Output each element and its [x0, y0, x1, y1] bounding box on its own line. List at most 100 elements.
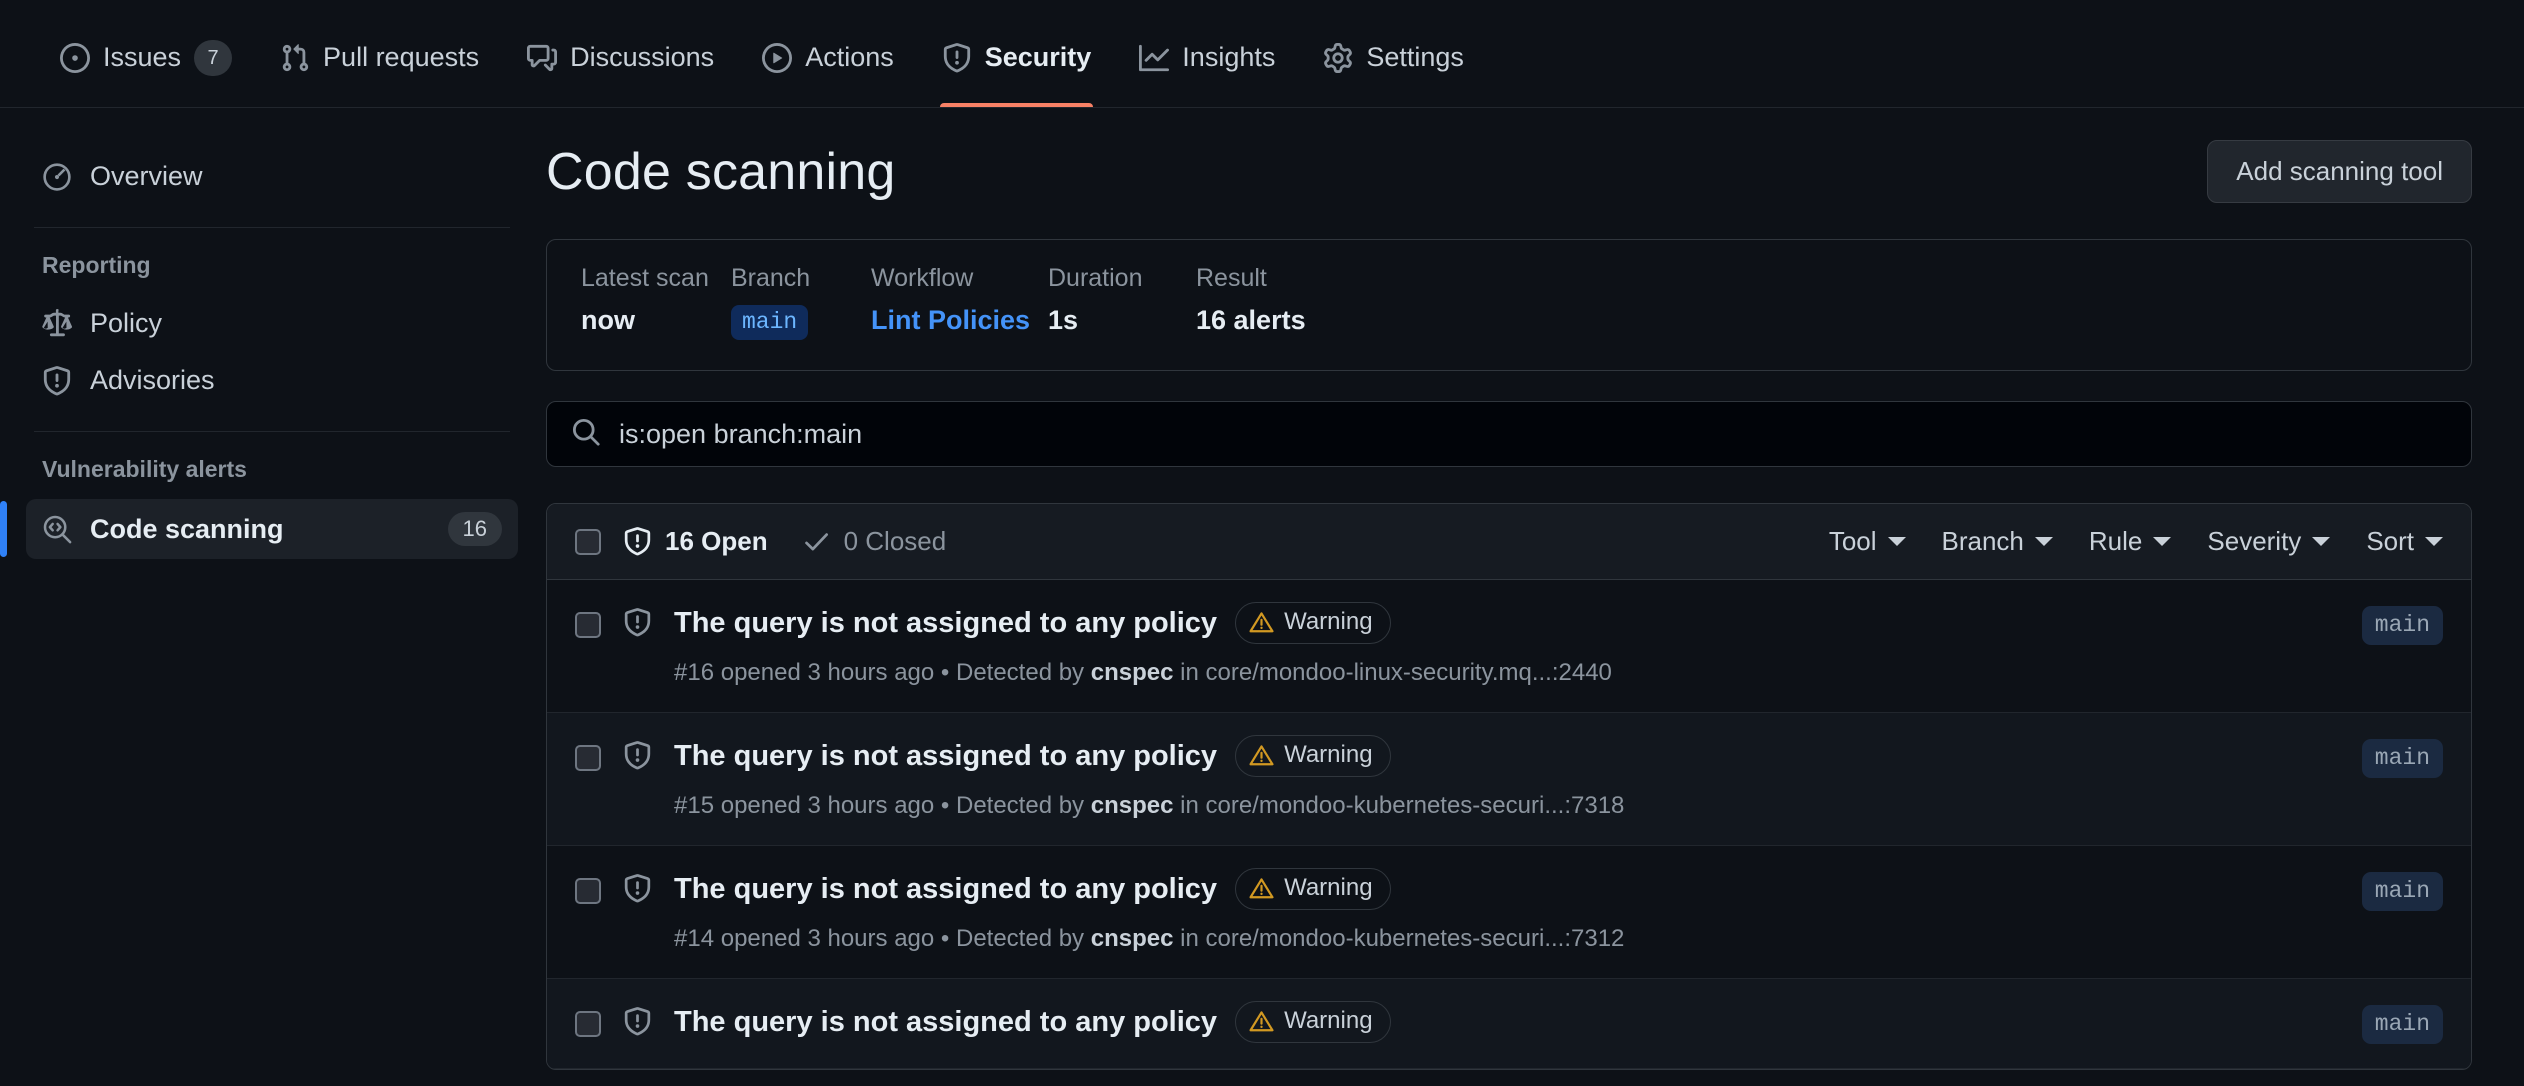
filter-label: Tool	[1828, 526, 1877, 557]
scan-field-label: Workflow	[871, 264, 974, 292]
alert-opened: opened 3 hours ago	[720, 659, 935, 687]
sidebar-heading-vulnerability-alerts: Vulnerability alerts	[42, 456, 247, 482]
sidebar-item-label: Code scanning	[90, 513, 284, 544]
alert-title-row: The query is not assigned to any policy …	[674, 1001, 2340, 1044]
sidebar-item-overview[interactable]: Overview	[26, 148, 518, 205]
latest-scan-card: Latest scan now Branch main Workflow Lin…	[546, 239, 2472, 372]
closed-alerts-label: 0 Closed	[843, 526, 947, 557]
nav-item-pull-requests[interactable]: Pull requests	[256, 0, 503, 107]
shield-alert-icon	[623, 741, 652, 770]
nav-item-security[interactable]: Security	[918, 0, 1116, 107]
meta-in-word: in	[1180, 792, 1199, 820]
alert-tool-name: cnspec	[1090, 792, 1174, 820]
alert-opened: opened 3 hours ago	[720, 925, 935, 953]
nav-item-label: Discussions	[570, 42, 715, 72]
chevron-down-icon	[2034, 537, 2053, 547]
open-alerts-label: 16 Open	[665, 526, 768, 557]
severity-badge: Warning	[1235, 868, 1391, 911]
code-scan-icon	[42, 514, 72, 544]
chevron-down-icon	[2425, 537, 2443, 547]
filter-label: Sort	[2366, 526, 2414, 557]
alert-row[interactable]: The query is not assigned to any policy …	[547, 580, 2471, 714]
search-input[interactable]	[619, 418, 2447, 450]
severity-badge: Warning	[1235, 735, 1391, 778]
alert-branch-tag: main	[2361, 739, 2443, 778]
select-all-checkbox[interactable]	[575, 528, 601, 555]
sidebar-item-label: Policy	[90, 308, 163, 338]
filter-rule-dropdown[interactable]: Rule	[2089, 526, 2172, 557]
shield-alert-icon	[623, 874, 652, 903]
alert-detected-prefix: Detected by	[955, 659, 1085, 687]
alert-opened: opened 3 hours ago	[720, 792, 935, 820]
code-scanning-count-badge: 16	[447, 512, 502, 547]
git-pull-request-icon	[280, 43, 310, 73]
filter-branch-dropdown[interactable]: Branch	[1942, 526, 2053, 557]
severity-label: Warning	[1284, 608, 1373, 636]
nav-item-issues[interactable]: Issues 7	[36, 0, 256, 107]
filter-tool-dropdown[interactable]: Tool	[1829, 526, 1906, 557]
check-icon	[802, 527, 831, 556]
alert-detected-prefix: Detected by	[955, 925, 1085, 953]
add-scanning-tool-button[interactable]: Add scanning tool	[2207, 140, 2472, 203]
scan-field-latest-scan: Latest scan now	[581, 266, 731, 340]
alert-title[interactable]: The query is not assigned to any policy	[674, 1005, 1217, 1040]
alert-row[interactable]: The query is not assigned to any policy …	[547, 713, 2471, 847]
alert-tool-name: cnspec	[1090, 659, 1174, 687]
security-sidebar: Overview Reporting Policy Advisories Vul…	[0, 108, 546, 560]
meter-icon	[42, 162, 72, 192]
scan-field-value: 16 alerts	[1196, 305, 1306, 335]
shield-alert-icon	[623, 1007, 652, 1036]
nav-item-actions[interactable]: Actions	[738, 0, 918, 107]
sidebar-item-label: Overview	[90, 161, 203, 191]
alert-row[interactable]: The query is not assigned to any policy …	[547, 979, 2471, 1069]
page-header: Code scanning Add scanning tool	[546, 140, 2472, 203]
filter-open-alerts[interactable]: 16 Open	[623, 526, 768, 557]
issue-opened-icon	[60, 42, 90, 73]
filter-closed-alerts[interactable]: 0 Closed	[802, 526, 947, 557]
nav-item-label: Actions	[805, 42, 894, 72]
scan-field-value: 1s	[1048, 305, 1079, 335]
nav-item-discussions[interactable]: Discussions	[503, 0, 738, 107]
alert-checkbox[interactable]	[575, 612, 601, 639]
alert-triangle-icon	[1249, 610, 1274, 635]
sidebar-heading-reporting: Reporting	[42, 252, 151, 278]
alert-row[interactable]: The query is not assigned to any policy …	[547, 846, 2471, 980]
alert-checkbox[interactable]	[575, 745, 601, 772]
gear-icon	[1323, 42, 1353, 73]
alerts-list-header: 16 Open 0 Closed Tool Branch Rule Severi…	[547, 504, 2471, 581]
sidebar-item-label: Advisories	[90, 365, 215, 395]
alert-branch-tag: main	[2361, 1005, 2443, 1044]
filter-label: Severity	[2207, 526, 2302, 557]
filter-sort-dropdown[interactable]: Sort	[2366, 526, 2443, 557]
alert-checkbox[interactable]	[575, 1011, 601, 1038]
filter-severity-dropdown[interactable]: Severity	[2207, 526, 2331, 557]
chevron-down-icon	[2312, 537, 2331, 547]
play-icon	[762, 42, 793, 73]
scan-field-label: Branch	[731, 264, 811, 292]
meta-in-word: in	[1180, 659, 1199, 687]
alert-tool-name: cnspec	[1090, 925, 1174, 953]
alert-title[interactable]: The query is not assigned to any policy	[674, 739, 1217, 774]
alert-meta: #16 opened 3 hours ago • Detected by cns…	[674, 657, 2340, 688]
search-icon	[571, 417, 601, 452]
branch-chip[interactable]: main	[731, 305, 809, 341]
repo-nav-items: Issues 7 Pull requests Discussions Actio…	[36, 0, 1488, 107]
search-bar[interactable]	[546, 401, 2472, 468]
alert-title[interactable]: The query is not assigned to any policy	[674, 872, 1217, 907]
alert-number: #15	[674, 792, 715, 820]
alerts-filter-group: Tool Branch Rule Severity Sort	[1829, 526, 2443, 557]
workflow-link[interactable]: Lint Policies	[871, 305, 1048, 336]
nav-item-insights[interactable]: Insights	[1115, 0, 1299, 107]
sidebar-item-policy[interactable]: Policy	[26, 295, 518, 352]
nav-item-settings[interactable]: Settings	[1299, 0, 1488, 107]
sidebar-item-code-scanning[interactable]: Code scanning 16	[0, 499, 518, 560]
alert-meta: #14 opened 3 hours ago • Detected by cns…	[674, 923, 2340, 954]
severity-badge: Warning	[1235, 1001, 1391, 1044]
alert-title[interactable]: The query is not assigned to any policy	[674, 606, 1217, 641]
alert-checkbox[interactable]	[575, 878, 601, 905]
scan-field-label: Latest scan	[581, 264, 709, 292]
sidebar-item-advisories[interactable]: Advisories	[26, 352, 518, 409]
comment-discussion-icon	[527, 43, 558, 73]
scan-field-workflow: Workflow Lint Policies	[871, 266, 1048, 340]
severity-label: Warning	[1284, 874, 1373, 902]
